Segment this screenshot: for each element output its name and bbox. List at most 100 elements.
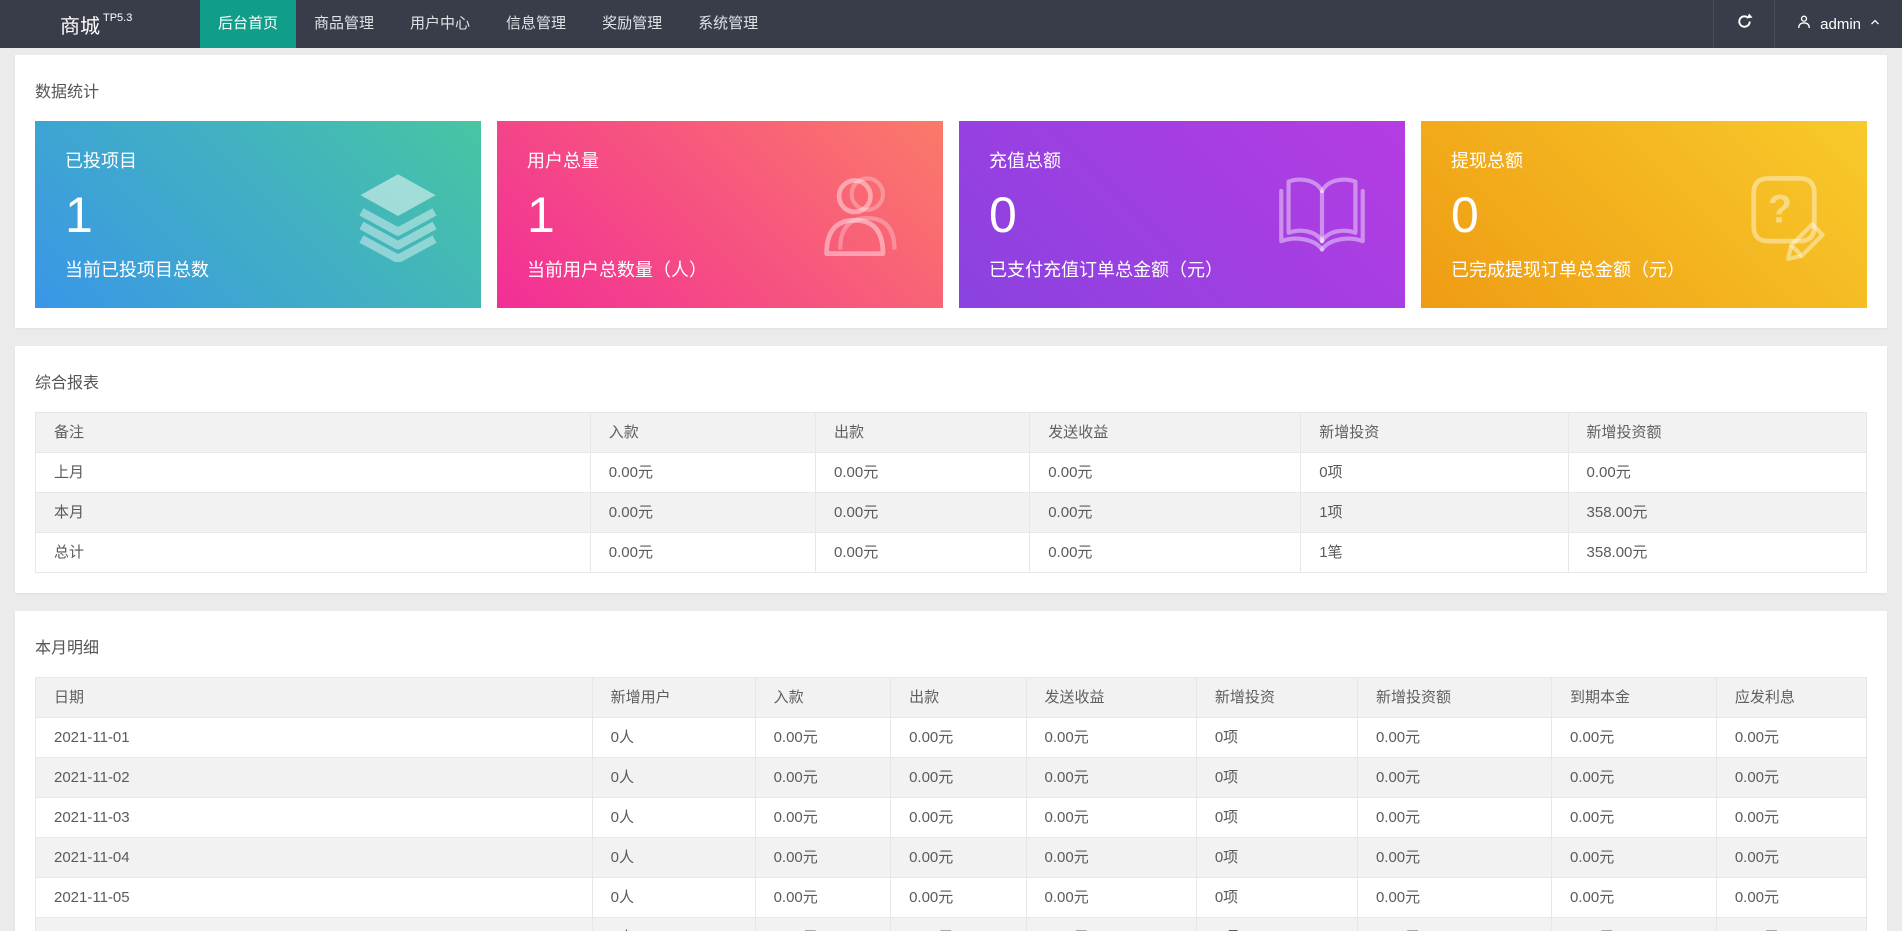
table-cell: 0.00元 xyxy=(754,717,892,758)
stat-card-0: 已投项目 1 当前已投项目总数 xyxy=(35,121,481,308)
stats-section-title: 数据统计 xyxy=(35,84,100,101)
column-header: 新增投资额 xyxy=(1567,412,1868,453)
nav-item-3[interactable]: 信息管理 xyxy=(488,0,584,48)
table-cell: 0项 xyxy=(1195,797,1358,838)
table-cell: 0.00元 xyxy=(1356,877,1553,918)
table-cell: 0.00元 xyxy=(1356,717,1553,758)
table-cell: 0.00元 xyxy=(1025,917,1197,931)
column-header: 出款 xyxy=(890,677,1027,718)
table-cell: 0.00元 xyxy=(1029,532,1302,573)
table-cell: 0.00元 xyxy=(1551,917,1717,931)
detail-table: 日期 新增用户 入款 出款 发送收益 新增投资 新增投资额 到期本金 应发利息 2021-11-0… xyxy=(35,677,1868,931)
table-cell: 1笔 xyxy=(1300,532,1569,573)
table-cell: 0.00元 xyxy=(1029,452,1302,493)
table-cell: 0.00元 xyxy=(754,837,892,878)
table-cell: 0项 xyxy=(1195,917,1358,931)
table-cell: 0项 xyxy=(1195,877,1358,918)
report-section-title: 综合报表 xyxy=(35,375,100,392)
detail-panel: 本月明细 日期 新增用户 入款 出款 发送收益 新增投资 新增投资额 到期本金 应发利息 2021… xyxy=(15,611,1887,931)
stat-cards-row: 已投项目 1 当前已投项目总数 用户总量 1 当前用户总数量（人） 充值总额 0 已支付充值… xyxy=(35,121,1867,308)
table-row: 2021-11-060人0.00元0.00元0.00元0项0.00元0.00元0… xyxy=(35,917,1868,931)
table-cell: 0.00元 xyxy=(589,452,817,493)
table-cell: 0.00元 xyxy=(1715,837,1868,878)
table-cell: 0项 xyxy=(1195,837,1358,878)
table-cell: 0.00元 xyxy=(1715,757,1868,798)
table-cell: 0.00元 xyxy=(1551,837,1717,878)
table-cell: 2021-11-04 xyxy=(35,837,593,878)
report-table: 备注 入款 出款 发送收益 新增投资 新增投资额 上月 0.00元 0.00元 0.00元 0项 0.… xyxy=(35,412,1868,573)
table-cell: 0.00元 xyxy=(1551,877,1717,918)
table-cell: 0.00元 xyxy=(1356,757,1553,798)
user-menu[interactable]: admin xyxy=(1774,0,1902,48)
table-row: 2021-11-05 0人 0.00元 0.00元 0.00元 0项 0.00元 0.00元 0… xyxy=(35,877,1868,918)
table-cell: 0人 xyxy=(591,917,756,931)
table-cell: 0.00元 xyxy=(1025,797,1197,838)
nav-menu: 后台首页 商品管理 用户中心 信息管理 奖励管理 系统管理 xyxy=(200,0,776,48)
table-cell: 0.00元 xyxy=(754,757,892,798)
paper-question-icon: ? xyxy=(1737,168,1831,262)
stat-card-2: 充值总额 0 已支付充值订单总金额（元） xyxy=(959,121,1405,308)
table-cell: 0.00元 xyxy=(890,917,1027,931)
table-row: 2021-11-01 0人 0.00元 0.00元 0.00元 0项 0.00元 0.00元 0… xyxy=(35,717,1868,758)
book-icon xyxy=(1275,168,1369,262)
table-header-row: 备注 入款 出款 发送收益 新增投资 新增投资额 xyxy=(35,412,1868,453)
table-cell: 0.00元 xyxy=(1551,757,1717,798)
refresh-icon xyxy=(1735,12,1754,36)
navbar-right: admin xyxy=(1713,0,1902,48)
caret-up-icon xyxy=(1868,15,1882,33)
table-cell: 0.00元 xyxy=(1715,877,1868,918)
nav-item-2[interactable]: 用户中心 xyxy=(392,0,488,48)
column-header: 新增投资 xyxy=(1195,677,1358,718)
table-cell: 0.00元 xyxy=(1715,797,1868,838)
column-header: 发送收益 xyxy=(1025,677,1197,718)
table-cell: 0人 xyxy=(591,717,756,758)
table-cell: 2021-11-01 xyxy=(35,717,593,758)
svg-text:?: ? xyxy=(1768,187,1792,231)
table-cell: 0.00元 xyxy=(814,452,1031,493)
table-header-row: 日期 新增用户 入款 出款 发送收益 新增投资 新增投资额 到期本金 应发利息 xyxy=(35,677,1868,718)
table-cell: 本月 xyxy=(35,492,591,533)
table-row: 总计 0.00元 0.00元 0.00元 1笔 358.00元 xyxy=(35,532,1868,573)
table-cell: 0项 xyxy=(1300,452,1569,493)
column-header: 日期 xyxy=(35,677,593,718)
table-cell: 0人 xyxy=(591,757,756,798)
table-cell: 358.00元 xyxy=(1567,492,1868,533)
column-header: 新增投资额 xyxy=(1356,677,1553,718)
column-header: 入款 xyxy=(754,677,892,718)
table-cell: 0.00元 xyxy=(890,757,1027,798)
table-cell: 0.00元 xyxy=(754,917,892,931)
table-cell: 0.00元 xyxy=(1356,837,1553,878)
top-navbar: 商城 TP5.3 后台首页 商品管理 用户中心 信息管理 奖励管理 系统管理 admin xyxy=(0,0,1902,48)
table-cell: 0.00元 xyxy=(1356,797,1553,838)
table-cell: 0.00元 xyxy=(1029,492,1302,533)
table-cell: 0人 xyxy=(591,837,756,878)
table-cell: 0.00元 xyxy=(589,532,817,573)
table-cell: 0.00元 xyxy=(1025,757,1197,798)
app-logo: 商城 TP5.3 xyxy=(0,0,200,48)
table-cell: 0.00元 xyxy=(1551,797,1717,838)
table-cell: 1项 xyxy=(1300,492,1569,533)
column-header: 到期本金 xyxy=(1551,677,1717,718)
table-row: 2021-11-03 0人 0.00元 0.00元 0.00元 0项 0.00元 0.00元 0… xyxy=(35,797,1868,838)
table-cell: 2021-11-02 xyxy=(35,757,593,798)
layers-icon xyxy=(351,168,445,262)
table-cell: 0.00元 xyxy=(1551,717,1717,758)
refresh-button[interactable] xyxy=(1713,0,1774,48)
column-header: 备注 xyxy=(35,412,591,453)
table-cell: 2021-11-03 xyxy=(35,797,593,838)
column-header: 新增投资 xyxy=(1300,412,1569,453)
nav-item-4[interactable]: 奖励管理 xyxy=(584,0,680,48)
report-panel: 综合报表 备注 入款 出款 发送收益 新增投资 新增投资额 上月 0.00元 0.00元 0.00… xyxy=(15,346,1887,593)
stats-panel: 数据统计 已投项目 1 当前已投项目总数 用户总量 1 当前用户总数量（人） 充值总额 0… xyxy=(15,55,1887,328)
table-cell: 0.00元 xyxy=(1567,452,1868,493)
table-cell: 0项 xyxy=(1195,717,1358,758)
table-cell: 2021-11-05 xyxy=(35,877,593,918)
nav-item-0[interactable]: 后台首页 xyxy=(200,0,297,48)
nav-item-1[interactable]: 商品管理 xyxy=(296,0,392,48)
table-cell: 0人 xyxy=(591,877,756,918)
stat-card-3: 提现总额 0 已完成提现订单总金额（元） ? xyxy=(1421,121,1867,308)
table-cell: 0.00元 xyxy=(890,837,1027,878)
table-cell: 0.00元 xyxy=(1025,837,1197,878)
nav-item-5[interactable]: 系统管理 xyxy=(680,0,776,48)
table-row: 上月 0.00元 0.00元 0.00元 0项 0.00元 xyxy=(35,452,1868,493)
